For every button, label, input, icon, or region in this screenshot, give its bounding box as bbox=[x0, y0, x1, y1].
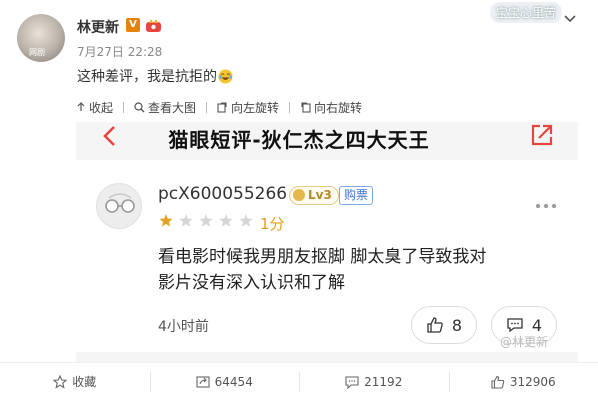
chevron-down-icon[interactable] bbox=[563, 14, 577, 24]
star-empty-icon bbox=[199, 214, 213, 227]
star-outline-icon bbox=[53, 374, 68, 389]
rotate-left-label: 向左旋转 bbox=[231, 100, 280, 115]
screenshot-title: 猫眼短评-狄仁杰之四大天王 bbox=[168, 128, 430, 152]
favorite-label: 收藏 bbox=[72, 375, 97, 389]
post-text: 这种差评，我是抗拒的 bbox=[77, 66, 233, 86]
thumbs-up-icon bbox=[427, 317, 443, 333]
review-score: 1分 bbox=[260, 215, 285, 233]
rotate-left-button[interactable]: 向左旋转 bbox=[217, 99, 279, 116]
rotate-left-icon bbox=[217, 101, 227, 113]
reviewer-username: pcX600055266 bbox=[158, 184, 288, 204]
laugh-cry-emoji-icon bbox=[218, 69, 233, 84]
rotate-right-label: 向右旋转 bbox=[314, 100, 363, 115]
review-text: 看电影时候我男朋友抠脚 脚太臭了导致我对影片没有深入认识和了解 bbox=[158, 247, 487, 293]
post-header: 网剧 林更新 V 7月27日 22:28 这种差评，我是抗拒的 宝宝心里苦 bbox=[0, 0, 598, 90]
favorite-button[interactable]: 收藏 bbox=[0, 363, 150, 400]
toolbar-divider bbox=[206, 101, 208, 113]
buy-ticket-tag: 购票 bbox=[339, 186, 374, 205]
collapse-label: 收起 bbox=[89, 100, 114, 115]
rotate-right-icon bbox=[301, 101, 311, 113]
comment-icon bbox=[345, 375, 359, 389]
view-large-label: 查看大图 bbox=[148, 100, 197, 115]
collapse-arrow-icon bbox=[77, 102, 85, 111]
view-large-button[interactable]: 查看大图 bbox=[134, 99, 196, 116]
post-time[interactable]: 7月27日 22:28 bbox=[77, 43, 162, 60]
collapse-button[interactable]: 收起 bbox=[76, 99, 113, 116]
post-text-content: 这种差评，我是抗拒的 bbox=[77, 69, 217, 85]
star-filled-icon bbox=[159, 214, 173, 227]
star-empty-icon bbox=[179, 214, 193, 227]
level-label: Lv3 bbox=[308, 188, 332, 202]
share-icon bbox=[531, 124, 553, 146]
review-like-button: 8 bbox=[411, 306, 477, 344]
author-name[interactable]: 林更新 bbox=[77, 17, 119, 37]
level-badge: Lv3 bbox=[289, 186, 339, 205]
author-avatar[interactable]: 网剧 bbox=[17, 14, 65, 62]
default-avatar-icon bbox=[105, 193, 135, 213]
comment-button[interactable]: 21192 bbox=[299, 363, 449, 400]
comment-bubble-icon bbox=[507, 318, 523, 333]
rotate-right-button[interactable]: 向右旋转 bbox=[300, 99, 362, 116]
action-bar: 收藏 64454 21192 312906 bbox=[0, 363, 598, 400]
repost-button[interactable]: 64454 bbox=[149, 363, 300, 400]
star-empty-icon bbox=[239, 214, 253, 227]
star-rating bbox=[159, 214, 253, 227]
review-comment-count: 4 bbox=[531, 315, 543, 335]
review-time: 4小时前 bbox=[158, 319, 209, 335]
image-watermark: @林更新 bbox=[500, 335, 549, 349]
verified-badge: V bbox=[126, 18, 140, 32]
level-badge-icon bbox=[293, 189, 305, 201]
avatar-watermark: 网剧 bbox=[29, 48, 45, 57]
star-empty-icon bbox=[219, 214, 233, 227]
more-dots-icon bbox=[536, 204, 556, 208]
image-toolbar: 收起 查看大图 向左旋转 向右旋转 bbox=[76, 98, 372, 116]
magnifier-icon bbox=[134, 101, 145, 112]
reviewer-avatar bbox=[96, 183, 142, 229]
comment-count: 21192 bbox=[364, 374, 403, 389]
review-like-count: 8 bbox=[451, 315, 463, 335]
like-count: 312906 bbox=[509, 374, 556, 389]
top-watermark: 宝宝心里苦 bbox=[490, 2, 563, 23]
thumbs-up-icon bbox=[491, 375, 505, 389]
toolbar-divider bbox=[123, 101, 125, 113]
repost-count: 64454 bbox=[214, 374, 253, 389]
toolbar-divider bbox=[289, 101, 291, 113]
crown-icon bbox=[146, 19, 161, 32]
like-button[interactable]: 312906 bbox=[448, 363, 598, 400]
repost-icon bbox=[196, 375, 210, 388]
